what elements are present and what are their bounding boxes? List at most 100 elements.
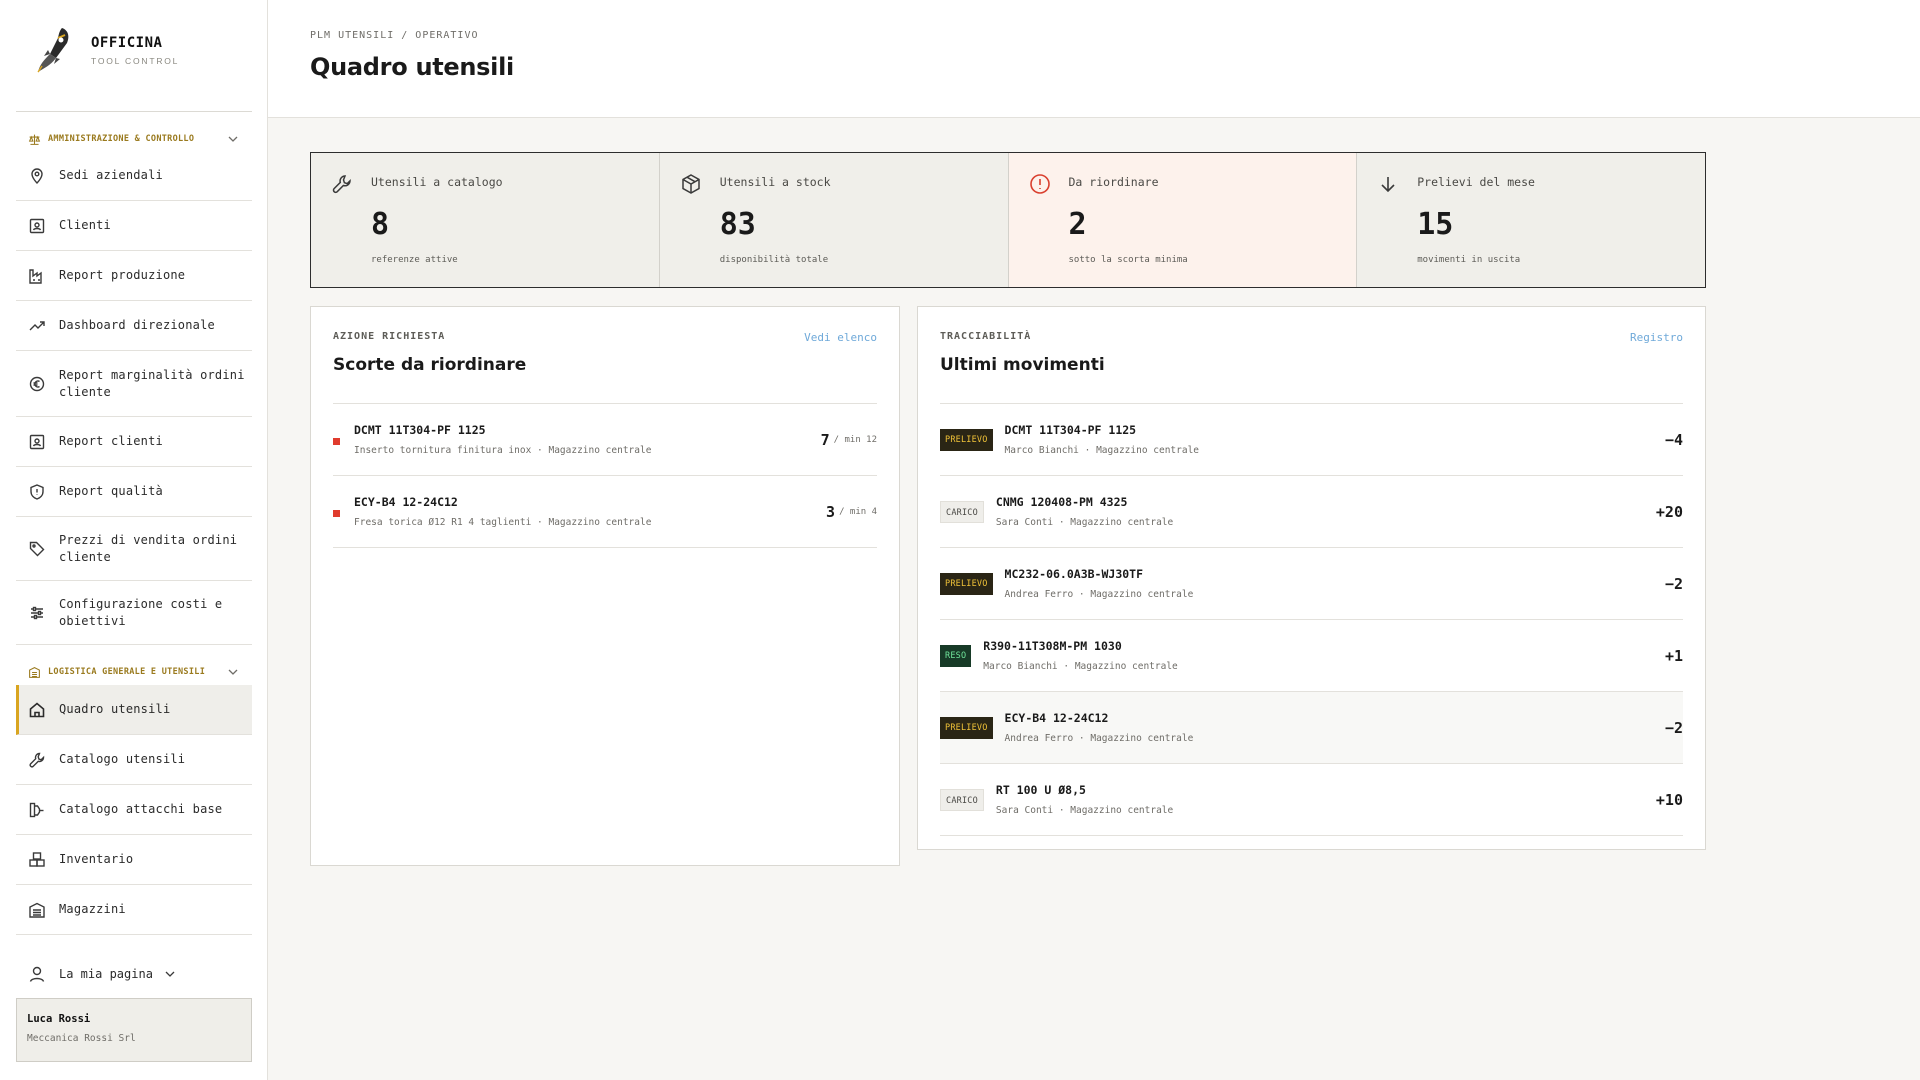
item-location: Magazzino centrale <box>1074 661 1178 672</box>
sidebar-item-report-produzione[interactable]: Report produzione <box>16 251 252 301</box>
kpi-sub: movimenti in uscita <box>1417 255 1521 265</box>
sidebar-item-catalogo-attacchi[interactable]: Catalogo attacchi base <box>16 785 252 835</box>
package-icon <box>682 174 700 194</box>
sidebar-item-dashboard-direzionale[interactable]: Dashboard direzionale <box>16 301 252 351</box>
item-location: Magazzino centrale <box>1090 733 1194 744</box>
kpi-value: 83 <box>719 207 756 242</box>
item-min: / min 12 <box>833 434 877 445</box>
movement-delta: −4 <box>1664 430 1683 449</box>
item-meta: Sara Conti · Magazzino centrale <box>995 517 1174 528</box>
euro-icon <box>29 376 45 391</box>
sidebar-item-label: Catalogo utensili <box>59 752 186 766</box>
brand[interactable]: OFFICINA TOOL CONTROL <box>34 26 179 74</box>
sidebar-item-prezzi-vendita[interactable]: Prezzi di vendita ordini cliente <box>16 517 252 581</box>
section-admin-control[interactable]: AMMINISTRAZIONE & CONTROLLO <box>16 125 252 153</box>
movement-row[interactable]: PRELIEVO MC232-06.0A3B-WJ30TF Andrea Fer… <box>940 548 1683 620</box>
item-meta: Marco Bianchi · Magazzino centrale <box>1004 445 1200 456</box>
item-code: ECY-B4 12-24C12 <box>1004 711 1109 725</box>
view-list-link[interactable]: Vedi elenco <box>804 331 877 344</box>
item-code: CNMG 120408-PM 4325 <box>995 495 1128 509</box>
movement-user: Marco Bianchi <box>1004 445 1079 456</box>
kpi-label: Utensili a catalogo <box>371 175 503 189</box>
kpi-label: Prelievi del mese <box>1417 175 1535 189</box>
movement-delta: +1 <box>1664 646 1683 665</box>
kpi-utensili-stock[interactable]: Utensili a stock 83 disponibilità totale <box>660 153 1009 287</box>
movement-delta: −2 <box>1664 574 1683 593</box>
kpi-prelievi-mese[interactable]: Prelievi del mese 15 movimenti in uscita <box>1357 153 1705 287</box>
sidebar-item-report-qualita[interactable]: Report qualità <box>16 467 252 517</box>
user-menu[interactable]: La mia pagina <box>16 958 252 990</box>
kpi-value: 2 <box>1068 207 1087 242</box>
section-label: LOGISTICA GENERALE E UTENSILI <box>48 667 206 677</box>
chevron-down-icon <box>165 971 175 977</box>
movement-user: Sara Conti <box>995 517 1054 528</box>
item-qty: 3 <box>826 502 836 521</box>
user-card[interactable]: Luca Rossi Meccanica Rossi Srl <box>16 998 252 1062</box>
sidebar-divider <box>16 111 252 112</box>
sidebar-item-label: Dashboard direzionale <box>59 318 215 332</box>
sidebar-item-sedi-aziendali[interactable]: Sedi aziendali <box>16 151 252 201</box>
kpi-label: Utensili a stock <box>719 175 831 189</box>
sidebar-item-configurazione-costi[interactable]: Configurazione costi e obiettivi <box>16 581 252 645</box>
sidebar-item-inventario[interactable]: Inventario <box>16 835 252 885</box>
movement-row[interactable]: PRELIEVO ECY-B4 12-24C12 Andrea Ferro · … <box>940 692 1683 764</box>
item-meta: Marco Bianchi · Magazzino centrale <box>983 661 1178 672</box>
sidebar-item-label: Report clienti <box>59 434 163 448</box>
sidebar-item-label: Report marginalità ordini cliente <box>59 367 245 399</box>
movements-card: TRACCIABILITÀ Registro Ultimi movimenti … <box>917 306 1706 850</box>
card-eyebrow: TRACCIABILITÀ <box>940 331 1032 342</box>
item-code: R390-11T308M-PM 1030 <box>983 639 1122 653</box>
movement-row[interactable]: CARICO RT 100 U Ø8,5 Sara Conti · Magazz… <box>940 764 1683 836</box>
card-title: Scorte da riordinare <box>333 355 527 375</box>
tool-holder-icon <box>29 802 44 817</box>
type-badge: PRELIEVO <box>940 428 993 451</box>
user-icon <box>29 966 45 982</box>
kpi-value: 15 <box>1417 207 1454 242</box>
item-location: Magazzino centrale <box>548 517 652 528</box>
type-badge: PRELIEVO <box>940 572 993 595</box>
user-company: Meccanica Rossi Srl <box>27 1033 136 1044</box>
home-icon <box>29 701 45 717</box>
sidebar: OFFICINA TOOL CONTROL AMMINISTRAZIONE & … <box>0 0 268 1080</box>
kpi-utensili-catalogo[interactable]: Utensili a catalogo 8 referenze attive <box>311 153 660 287</box>
sidebar-item-catalogo-utensili[interactable]: Catalogo utensili <box>16 735 252 785</box>
map-pin-icon <box>31 167 43 184</box>
movement-row[interactable]: CARICO CNMG 120408-PM 4325 Sara Conti · … <box>940 476 1683 548</box>
movement-user: Andrea Ferro <box>1004 733 1074 744</box>
item-location: Magazzino centrale <box>1096 445 1200 456</box>
section-logistica[interactable]: LOGISTICA GENERALE E UTENSILI <box>16 658 252 686</box>
item-meta: Fresa torica Ø12 R1 4 taglienti · Magazz… <box>354 517 652 528</box>
sidebar-item-magazzini[interactable]: Magazzini <box>16 885 252 935</box>
movement-delta: +10 <box>1655 790 1683 809</box>
registro-link[interactable]: Registro <box>1630 331 1683 344</box>
breadcrumb: PLM UTENSILI / OPERATIVO <box>310 30 479 41</box>
list-item[interactable]: DCMT 11T304-PF 1125 Inserto tornitura fi… <box>333 404 877 476</box>
sidebar-item-label: Configurazione costi e obiettivi <box>59 596 223 628</box>
kpi-da-riordinare[interactable]: Da riordinare 2 sotto la scorta minima <box>1008 153 1358 287</box>
shield-icon <box>30 483 44 500</box>
sidebar-item-clienti[interactable]: Clienti <box>16 201 252 251</box>
sidebar-item-label: Prezzi di vendita ordini cliente <box>59 532 238 564</box>
list-item[interactable]: ECY-B4 12-24C12 Fresa torica Ø12 R1 4 ta… <box>333 476 877 548</box>
type-badge: CARICO <box>940 788 984 811</box>
alert-dot <box>333 510 340 517</box>
type-badge: PRELIEVO <box>940 716 993 739</box>
movements-list: PRELIEVO DCMT 11T304-PF 1125 Marco Bianc… <box>940 403 1683 836</box>
sidebar-item-report-marginalita[interactable]: Report marginalità ordini cliente <box>16 351 252 417</box>
sidebar-item-label: Sedi aziendali <box>59 168 163 182</box>
kpi-sub: disponibilità totale <box>719 255 829 265</box>
sidebar-item-label: Quadro utensili <box>59 702 171 716</box>
card-title: Ultimi movimenti <box>940 355 1105 375</box>
main-content: PLM UTENSILI / OPERATIVO Quadro utensili… <box>268 0 1920 1080</box>
sidebar-item-quadro-utensili[interactable]: Quadro utensili <box>16 685 252 735</box>
page-title: Quadro utensili <box>310 53 514 81</box>
sidebar-item-report-clienti[interactable]: Report clienti <box>16 417 252 467</box>
item-code: DCMT 11T304-PF 1125 <box>354 423 486 437</box>
movement-row[interactable]: PRELIEVO DCMT 11T304-PF 1125 Marco Bianc… <box>940 404 1683 476</box>
item-meta: Andrea Ferro · Magazzino centrale <box>1004 733 1194 744</box>
type-badge: CARICO <box>940 500 984 523</box>
movement-user: Andrea Ferro <box>1004 589 1074 600</box>
kpi-value: 8 <box>371 207 390 242</box>
boxes-icon <box>29 851 45 867</box>
movement-row[interactable]: RESO R390-11T308M-PM 1030 Marco Bianchi … <box>940 620 1683 692</box>
